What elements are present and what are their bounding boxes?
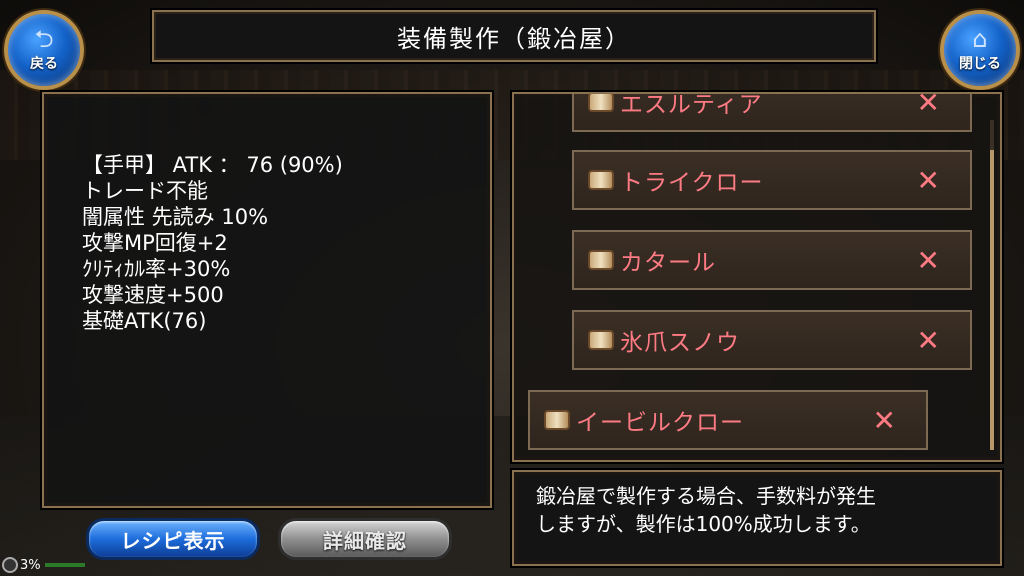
unavailable-x-icon: ✕	[916, 323, 940, 357]
scroll-icon	[588, 250, 614, 270]
close-button-label: 閉じる	[959, 56, 1001, 72]
recipe-list-panel[interactable]: エスルティア ✕ トライクロー ✕ カタール ✕ 氷爪スノウ ✕ イービルクロー…	[512, 92, 1002, 462]
recipe-item-name: カタール	[620, 250, 716, 276]
unavailable-x-icon: ✕	[916, 92, 940, 119]
item-info-line: 基礎ATK(76)	[82, 309, 207, 333]
recipe-item[interactable]: 氷爪スノウ ✕	[572, 310, 972, 370]
progress-ring-icon	[2, 557, 18, 573]
message-panel: 鍛冶屋で製作する場合、手数料が発生 しますが、製作は100%成功します。	[512, 470, 1002, 566]
recipe-display-button[interactable]: レシピ表示	[86, 518, 260, 560]
unavailable-x-icon: ✕	[872, 403, 896, 437]
message-line: しますが、製作は100%成功します。	[536, 512, 871, 536]
message-line: 鍛冶屋で製作する場合、手数料が発生	[536, 484, 876, 508]
recipe-item-selected[interactable]: イービルクロー ✕	[528, 390, 928, 450]
status-percent: 3%	[20, 557, 41, 573]
recipe-item-name: エスルティア	[620, 92, 763, 118]
recipe-item[interactable]: カタール ✕	[572, 230, 972, 290]
status-indicator: 3%	[2, 556, 85, 574]
recipe-item-name: トライクロー	[620, 170, 764, 196]
item-info-line: 闇属性 先読み 10%	[82, 205, 269, 229]
item-info-panel: 【手甲】 ATK ： 76 (90%) トレード不能 闇属性 先読み 10% 攻…	[42, 92, 492, 508]
item-info-line: トレード不能	[82, 179, 208, 203]
home-icon: ⌂	[972, 25, 988, 53]
recipe-item-name: イービルクロー	[576, 410, 744, 436]
item-info-line: 【手甲】 ATK ： 76 (90%)	[82, 153, 343, 177]
scroll-icon	[588, 330, 614, 350]
scroll-icon	[588, 170, 614, 190]
scroll-icon	[588, 94, 614, 112]
unavailable-x-icon: ✕	[916, 163, 940, 197]
back-button-label: 戻る	[30, 56, 58, 72]
recipe-item-name: 氷爪スノウ	[620, 330, 740, 356]
recipe-item[interactable]: トライクロー ✕	[572, 150, 972, 210]
close-button[interactable]: ⌂ 閉じる	[940, 10, 1020, 90]
scroll-icon	[544, 410, 570, 430]
unavailable-x-icon: ✕	[916, 243, 940, 277]
return-arrow-icon: ⮌	[34, 25, 54, 53]
list-scrollbar-thumb[interactable]	[990, 150, 994, 450]
page-title: 装備製作（鍛冶屋）	[397, 24, 631, 53]
title-bar: 装備製作（鍛冶屋）	[152, 10, 876, 62]
detail-confirm-button[interactable]: 詳細確認	[278, 518, 452, 560]
back-button[interactable]: ⮌ 戻る	[4, 10, 84, 90]
status-bar	[44, 563, 85, 567]
item-info-line: 攻撃MP回復+2	[82, 231, 228, 255]
item-info-line: ｸﾘﾃｨｶﾙ率+30%	[82, 257, 231, 281]
item-info-line: 攻撃速度+500	[82, 283, 224, 307]
recipe-item[interactable]: エスルティア ✕	[572, 92, 972, 132]
